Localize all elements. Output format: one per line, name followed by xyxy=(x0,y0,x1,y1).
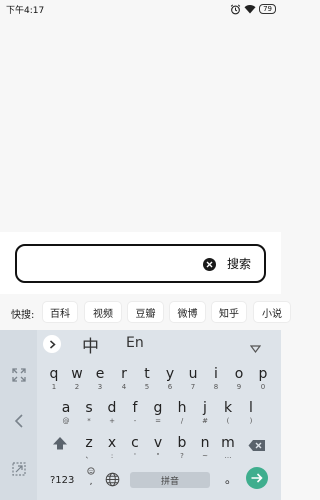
search-button[interactable]: 搜索 xyxy=(227,255,251,272)
search-box: 搜索 xyxy=(15,244,266,283)
shift-icon[interactable] xyxy=(51,435,69,453)
backspace-icon[interactable] xyxy=(248,437,266,456)
search-input[interactable] xyxy=(27,253,197,275)
content-area xyxy=(0,18,281,232)
key-y[interactable]: y6 xyxy=(159,367,181,392)
key-l[interactable]: l) xyxy=(240,401,262,426)
key-n[interactable]: n ~ xyxy=(194,436,216,461)
key-o[interactable]: o9 xyxy=(228,367,250,392)
key-i[interactable]: i8 xyxy=(205,367,227,392)
status-icons: 79 xyxy=(230,3,276,15)
key-u[interactable]: u7 xyxy=(182,367,204,392)
key-s[interactable]: s * xyxy=(78,401,100,426)
numbers-key[interactable]: ?123 xyxy=(50,475,74,486)
status-time: 下午4:17 xyxy=(6,6,45,16)
quick-chip-douban[interactable]: 豆瓣 xyxy=(128,302,163,322)
lang-chinese-tab[interactable]: 中 xyxy=(82,332,99,357)
key-r[interactable]: r4 xyxy=(113,367,135,392)
space-key[interactable]: 拼音 xyxy=(130,472,210,488)
key-p[interactable]: p0 xyxy=(252,367,274,392)
wifi-icon xyxy=(244,4,256,14)
globe-icon[interactable] xyxy=(105,472,120,491)
quick-chip-baike[interactable]: 百科 xyxy=(43,302,77,322)
quick-chip-novel[interactable]: 小说 xyxy=(254,302,290,322)
key-f[interactable]: f- xyxy=(124,401,146,426)
key-c[interactable]: c ' xyxy=(124,436,146,461)
chevron-right-icon[interactable] xyxy=(43,335,61,353)
period-key[interactable]: 。 xyxy=(225,470,237,487)
resize-icon[interactable] xyxy=(10,366,28,384)
enter-button[interactable] xyxy=(246,467,268,489)
key-b[interactable]: b? xyxy=(171,436,193,461)
emoji-icon[interactable]: , xyxy=(85,467,97,491)
quick-search-bar: 快搜: 百科 视频 豆瓣 微博 知乎 小说 xyxy=(0,294,290,330)
quick-chip-video[interactable]: 视频 xyxy=(85,302,121,322)
soft-keyboard: 中 En q1 w2 e3 r4 t5 y6 u7 i8 o9 p0 a @ s *… xyxy=(0,330,281,500)
key-e[interactable]: e3 xyxy=(89,367,111,392)
lang-english-tab[interactable]: En xyxy=(126,335,144,351)
float-keyboard-icon[interactable] xyxy=(10,460,28,478)
battery-indicator: 79 xyxy=(259,4,276,14)
keyboard-toolbar: 中 En xyxy=(37,330,281,358)
key-t[interactable]: t5 xyxy=(136,367,158,392)
alarm-icon xyxy=(230,4,241,15)
keyboard-sidebar xyxy=(0,330,37,500)
key-z[interactable]: z、 xyxy=(78,436,100,461)
key-x[interactable]: x: xyxy=(101,436,123,461)
chevron-left-icon[interactable] xyxy=(10,412,28,430)
key-v[interactable]: v " xyxy=(147,436,169,461)
svg-text:,: , xyxy=(90,477,93,487)
clear-icon[interactable] xyxy=(203,258,216,271)
quick-search-label: 快搜: xyxy=(11,310,35,321)
collapse-triangle-icon[interactable] xyxy=(249,338,262,357)
status-bar: 下午4:17 79 xyxy=(0,0,281,18)
key-h[interactable]: h / xyxy=(171,401,193,426)
key-k[interactable]: k( xyxy=(217,401,239,426)
key-d[interactable]: d + xyxy=(101,401,123,426)
key-w[interactable]: w2 xyxy=(66,367,88,392)
key-j[interactable]: j # xyxy=(194,401,216,426)
key-a[interactable]: a @ xyxy=(55,401,77,426)
key-m[interactable]: m… xyxy=(217,436,239,461)
key-g[interactable]: g = xyxy=(147,401,169,426)
quick-chip-weibo[interactable]: 微博 xyxy=(170,302,205,322)
quick-chip-zhihu[interactable]: 知乎 xyxy=(212,302,246,322)
key-q[interactable]: q1 xyxy=(43,367,65,392)
